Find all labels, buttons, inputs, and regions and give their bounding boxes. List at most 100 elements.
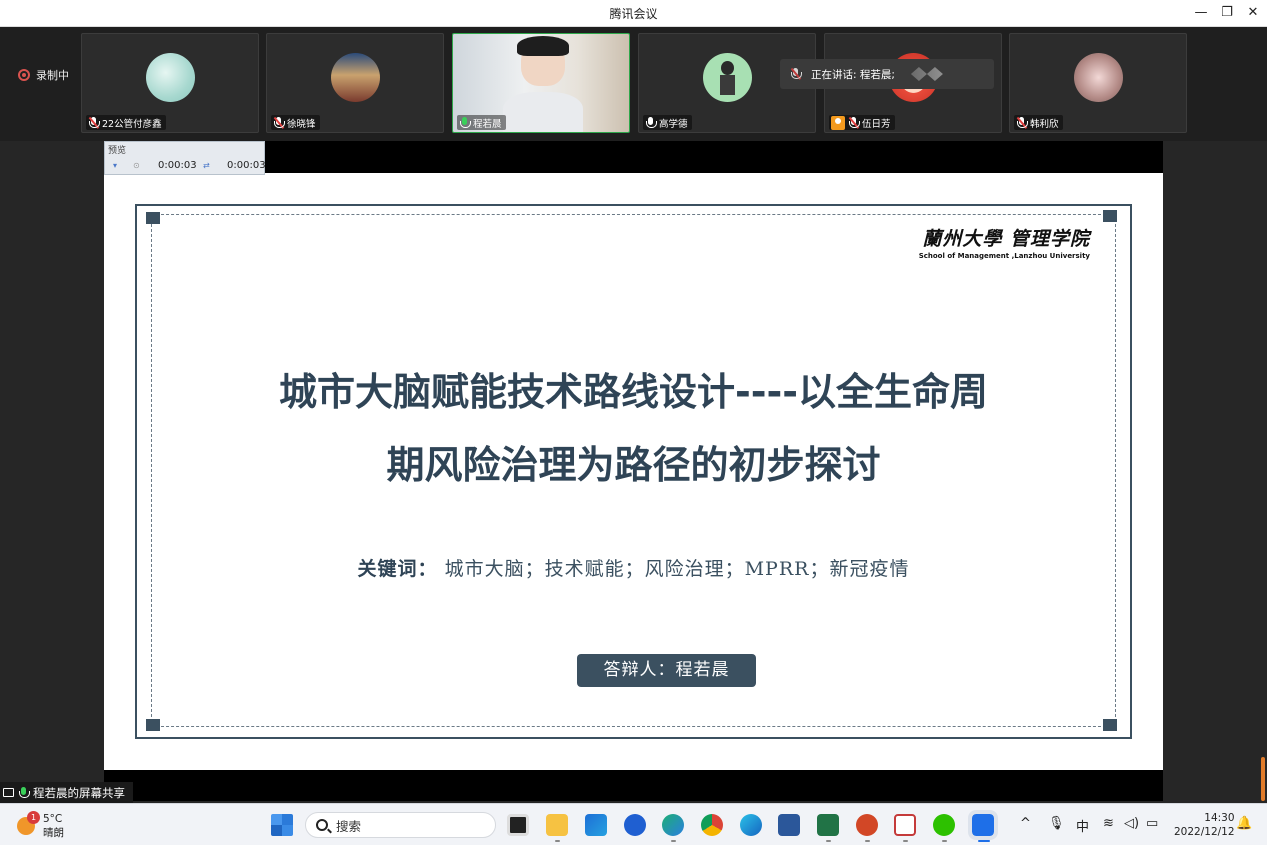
mic-on-icon [18,786,30,799]
recording-indicator[interactable]: 录制中 [18,67,69,83]
window-title: 腾讯会议 [609,7,658,21]
participant-tile[interactable]: 22公管付彦鑫 [81,33,259,133]
person-body [503,92,583,132]
swap-icon[interactable]: ⇄ [203,161,210,170]
mic-muted-icon [1016,116,1028,129]
participant-namebar: 高学德 [643,115,692,130]
slide-title-line2: 期风险治理为路径的初步探讨 [386,443,881,487]
clock-date: 2022/12/12 [1174,826,1235,838]
ime-indicator[interactable]: 中 [1076,816,1089,835]
logo-chinese: 蘭州大學 管理学院 [922,228,1090,250]
arrow-icon[interactable]: ▾ [113,161,117,170]
screen-share-bar[interactable]: 程若晨的屏幕共享 [0,782,133,803]
wechat-icon[interactable] [933,814,955,836]
word-icon[interactable] [778,814,800,836]
mic-icon [645,116,657,129]
logo-english: School of Management ,Lanzhou University [918,252,1090,260]
participant-namebar: 22公管付彦鑫 [86,115,166,130]
participant-name: 韩利欣 [1030,118,1059,130]
preview-label: 预览 [108,146,127,156]
avatar [331,53,380,102]
presentation-slide: 蘭州大學 管理学院 School of Management ,Lanzhou … [104,173,1163,770]
participant-strip: 录制中 22公管付彦鑫 徐晓锋 程若晨 高学德 伍日芳 韩利欣 正在讲话: 程若… [0,27,1267,141]
person-hair [517,36,569,56]
notification-icon[interactable]: 🔔 [1236,816,1252,831]
microphone-icon[interactable]: 🎙 [1048,816,1065,831]
settings-icon[interactable]: ⊙ [133,161,140,170]
participant-namebar: 伍日芳 [829,115,895,130]
edge-icon[interactable] [662,814,684,836]
preview-panel[interactable]: 预览 ▾ ⊙ 0:00:03 ⇄ 0:00:03 [104,141,266,175]
task-view-icon[interactable] [507,814,529,836]
record-icon [18,69,30,81]
minimize-button[interactable]: — [1191,3,1211,23]
avatar [703,53,752,102]
app-red-icon[interactable] [894,814,916,836]
chevron-up-icon[interactable]: ^ [1020,816,1031,831]
search-label: 搜索 [336,818,362,834]
keywords-text: 城市大脑；技术赋能；风险治理；MPRR；新冠疫情 [444,558,910,580]
participant-tile-active[interactable]: 程若晨 [452,33,630,133]
recording-label: 录制中 [36,69,69,82]
notification-badge: 1 [27,811,40,824]
participant-tile[interactable]: 韩利欣 [1009,33,1187,133]
title-bar: 腾讯会议 — ❐ ✕ [0,0,1267,27]
screen-icon [3,788,14,797]
host-icon [831,115,845,130]
system-clock[interactable]: 14:30 2022/12/12 [1174,811,1235,839]
scroll-indicator[interactable] [1261,757,1265,801]
slide-frame: 蘭州大學 管理学院 School of Management ,Lanzhou … [135,204,1132,739]
avatar [146,53,195,102]
keywords-label: 关键词： [357,558,438,580]
close-button[interactable]: ✕ [1243,3,1263,23]
restore-button[interactable]: ❐ [1217,3,1237,23]
weather-temp: 5°C [43,813,63,825]
speaking-indicator: 正在讲话: 程若晨; [780,59,994,89]
mic-muted-icon [790,68,802,80]
excel-icon[interactable] [817,814,839,836]
battery-icon[interactable]: ▭ [1146,816,1158,831]
store-icon[interactable] [585,814,607,836]
avatar [1074,53,1123,102]
participant-namebar: 程若晨 [457,115,506,130]
participant-name: 伍日芳 [862,118,891,130]
participant-namebar: 徐晓锋 [271,115,320,130]
search-icon [316,819,328,831]
start-icon[interactable] [271,814,293,836]
preview-time-start: 0:00:03 [158,160,197,171]
participant-name: 程若晨 [473,118,502,130]
slide-title-line1: 城市大脑赋能技术路线设计----以全生命周 [278,370,989,414]
screen-share-label: 程若晨的屏幕共享 [33,785,125,800]
weather-desc: 晴朗 [43,827,64,839]
participant-tile[interactable]: 徐晓锋 [266,33,444,133]
mic-on-icon [459,116,471,129]
slide-keywords: 关键词： 城市大脑；技术赋能；风险治理；MPRR；新冠疫情 [137,554,1130,581]
file-explorer-icon[interactable] [546,814,568,836]
preview-time-end: 0:00:03 [227,160,266,171]
tencent-meeting-icon[interactable] [968,810,998,840]
app-icon[interactable] [624,814,646,836]
clock-time: 14:30 [1204,812,1235,824]
participant-name: 22公管付彦鑫 [102,118,162,130]
corner-square [146,212,160,224]
taskbar-search[interactable]: 搜索 [305,812,496,838]
corner-square [1103,719,1117,731]
corner-square [1103,210,1117,222]
participant-namebar: 韩利欣 [1014,115,1063,130]
wifi-icon[interactable]: ≋ [1103,816,1114,831]
windows-taskbar: 1 5°C 晴朗 搜索 ^ 🎙 中 ≋ ◁) ▭ 14:30 2022/12/1… [0,803,1267,845]
participant-name: 高学德 [659,118,688,130]
corner-square [146,719,160,731]
ie-icon[interactable] [740,814,762,836]
participant-name: 徐晓锋 [287,118,316,130]
university-logo: 蘭州大學 管理学院 School of Management ,Lanzhou … [919,224,1090,260]
chrome-icon[interactable] [701,814,723,836]
sun-icon: 1 [17,811,40,835]
volume-icon[interactable]: ◁) [1124,816,1139,831]
powerpoint-icon[interactable] [856,814,878,836]
mic-muted-icon [848,116,860,129]
weather-widget[interactable]: 1 5°C 晴朗 [17,811,64,840]
speaking-label: 正在讲话: 程若晨; [811,68,895,81]
presenter-badge: 答辩人：程若晨 [577,654,756,687]
speaker-avatars-icon [910,67,943,81]
